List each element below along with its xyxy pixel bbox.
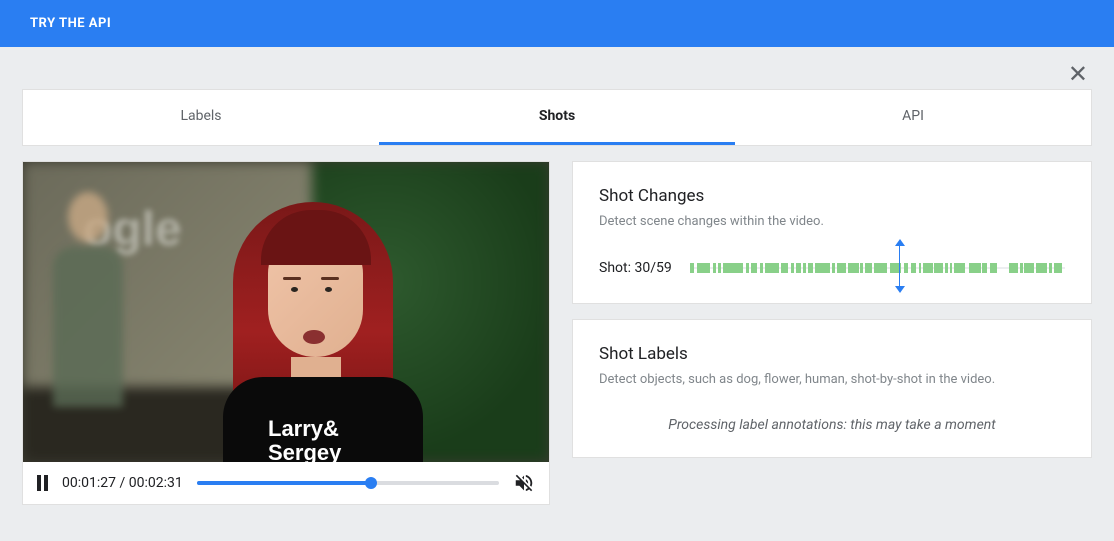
shot-segment [713, 263, 716, 273]
shot-segment [815, 263, 830, 273]
shot-counter: Shot: 30/59 [599, 260, 672, 276]
shot-segment [848, 263, 859, 273]
tab-labels[interactable]: Labels [23, 90, 379, 145]
duration: 00:02:31 [129, 475, 183, 491]
shot-segment [950, 263, 953, 273]
shot-segment [954, 263, 965, 273]
shot-segment [723, 263, 743, 273]
header-bar: TRY THE API [0, 0, 1114, 47]
tab-shots[interactable]: Shots [379, 90, 735, 145]
shot-segment [760, 263, 763, 273]
foreground-person: Larry& Sergey [183, 182, 443, 462]
time-display: 00:01:27 / 00:02:31 [62, 475, 183, 491]
shot-segment [781, 263, 789, 273]
progress-thumb[interactable] [365, 477, 377, 489]
shot-segment [860, 263, 863, 273]
mute-button[interactable] [513, 472, 535, 494]
shot-segment [1054, 263, 1062, 273]
shot-segment [990, 263, 998, 273]
shot-segment [796, 263, 802, 273]
shot-segment [1049, 263, 1052, 273]
shot-segment [765, 263, 779, 273]
current-time: 00:01:27 [62, 475, 116, 491]
shot-segment [718, 263, 721, 273]
shot-segment [911, 263, 916, 273]
timeline-playhead[interactable] [895, 239, 905, 293]
shot-segment [969, 263, 980, 273]
header-title: TRY THE API [30, 16, 111, 31]
tab-bar: Labels Shots API [22, 89, 1092, 146]
shot-segment [865, 263, 873, 273]
shot-timeline-row: Shot: 30/59 [599, 257, 1065, 279]
shot-segment [690, 263, 695, 273]
processing-message: Processing label annotations: this may t… [599, 417, 1065, 433]
close-button[interactable]: ✕ [1068, 60, 1088, 88]
progress-fill [197, 481, 371, 485]
shot-segment [923, 263, 932, 273]
shot-segment [874, 263, 887, 273]
shot-segment [808, 263, 814, 273]
shot-changes-panel: Shot Changes Detect scene changes within… [572, 161, 1092, 304]
shot-segment [832, 263, 835, 273]
video-controls: 00:01:27 / 00:02:31 [23, 462, 549, 504]
shot-segment [837, 263, 846, 273]
shot-segment [1020, 263, 1023, 273]
shot-segment [1036, 263, 1047, 273]
shot-segment [1009, 263, 1018, 273]
shot-labels-title: Shot Labels [599, 344, 1065, 364]
shot-segment [945, 263, 948, 273]
shot-segment [803, 263, 806, 273]
shot-labels-desc: Detect objects, such as dog, flower, hum… [599, 372, 1065, 387]
shot-labels-panel: Shot Labels Detect objects, such as dog,… [572, 319, 1092, 458]
pause-icon [37, 475, 41, 491]
shot-segment [791, 263, 794, 273]
video-frame[interactable]: ogle Larry& Sergey [23, 162, 549, 462]
shot-changes-title: Shot Changes [599, 186, 1065, 206]
shot-changes-desc: Detect scene changes within the video. [599, 214, 1065, 229]
shot-segment [1024, 263, 1033, 273]
shot-timeline[interactable] [690, 257, 1065, 279]
shot-segment [746, 263, 749, 273]
shot-segment [934, 263, 942, 273]
shot-segment [982, 263, 987, 273]
progress-bar[interactable] [197, 481, 499, 485]
shot-segment [919, 263, 922, 273]
close-icon: ✕ [1068, 60, 1088, 88]
video-panel: ogle Larry& Sergey [22, 161, 550, 505]
shirt-text: Larry& Sergey [268, 417, 341, 462]
shot-segment [697, 263, 710, 273]
tab-api[interactable]: API [735, 90, 1091, 145]
volume-off-icon [516, 475, 533, 492]
results-column: Shot Changes Detect scene changes within… [572, 161, 1092, 505]
content-area: ogle Larry& Sergey [22, 161, 1092, 505]
chevron-down-icon [895, 286, 905, 293]
background-person [43, 192, 133, 432]
pause-button[interactable] [37, 475, 48, 491]
shot-segment [751, 263, 757, 273]
